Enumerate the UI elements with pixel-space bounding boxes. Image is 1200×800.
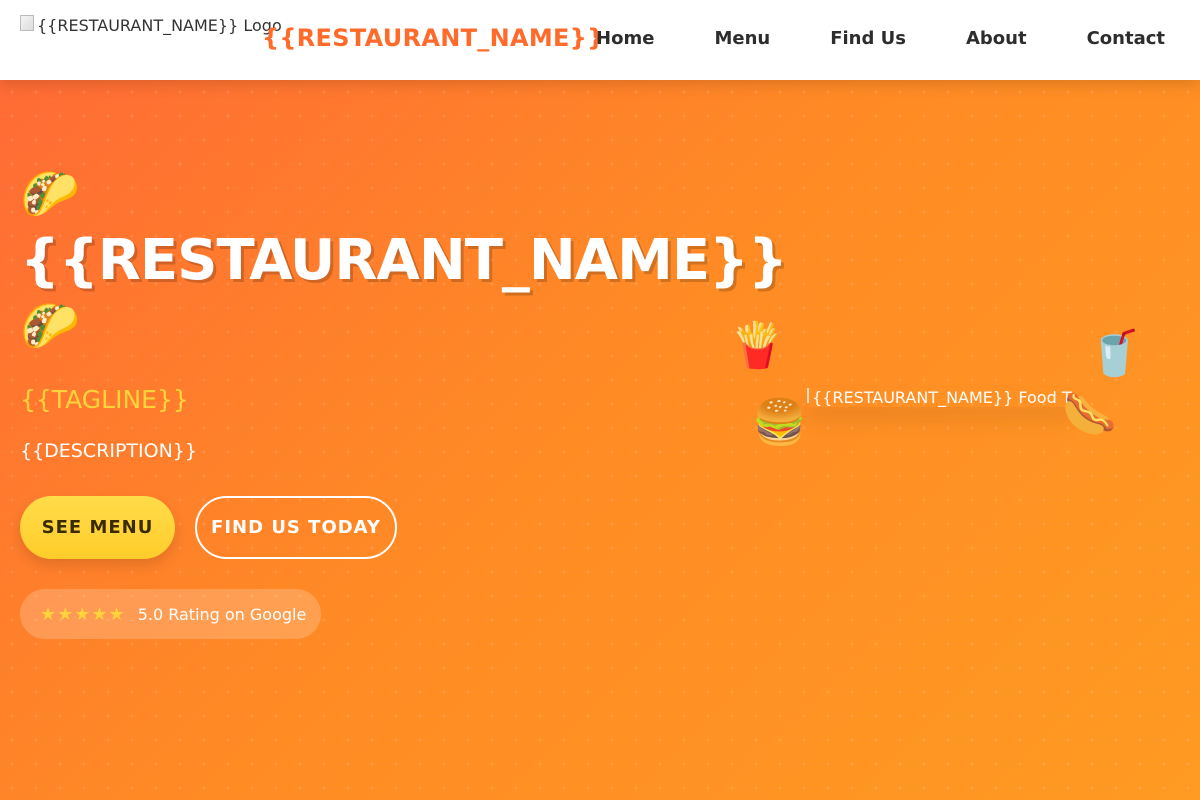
hero-section: 🌮 {{RESTAURANT_NAME}} 🌮 {{TAGLINE}} {{DE…	[0, 80, 1200, 800]
hotdog-icon: 🌭	[1062, 389, 1117, 440]
taco-icon: 🌮	[20, 298, 80, 354]
taco-icon: 🌮	[20, 166, 80, 222]
broken-image-icon	[20, 14, 34, 31]
nav-about[interactable]: About	[966, 28, 1027, 49]
fries-icon: 🍟	[730, 320, 785, 371]
food-truck-alt-text: {{RESTAURANT_NAME}} Food Truck	[812, 388, 1075, 407]
rating-text: 5.0 Rating on Google	[137, 604, 307, 624]
main-nav: Home Menu Find Us About Contact	[536, 28, 1165, 49]
site-header: {{RESTAURANT_NAME}} Logo {{RESTAURANT_NA…	[0, 0, 1200, 80]
drink-icon: 🥤	[1087, 328, 1142, 379]
burger-icon: 🍔	[752, 397, 807, 448]
nav-find-us[interactable]: Find Us	[830, 28, 906, 49]
see-menu-button[interactable]: SEE MENU	[20, 496, 175, 559]
rating-badge: ★★★★★ 5.0 Rating on Google	[20, 589, 321, 639]
logo-alt-text: {{RESTAURANT_NAME}} Logo	[37, 16, 282, 35]
nav-home[interactable]: Home	[596, 28, 654, 49]
find-us-button[interactable]: FIND US TODAY	[195, 496, 397, 559]
hero-title: {{RESTAURANT_NAME}}	[20, 228, 788, 293]
nav-menu[interactable]: Menu	[714, 28, 770, 49]
star-rating-icon: ★★★★★	[40, 603, 126, 625]
logo-image[interactable]: {{RESTAURANT_NAME}} Logo	[20, 14, 282, 35]
food-truck-image: {{RESTAURANT_NAME}} Food Truck	[807, 388, 1075, 407]
broken-image-icon	[807, 388, 809, 403]
nav-contact[interactable]: Contact	[1087, 28, 1165, 49]
hero-description: {{DESCRIPTION}}	[20, 440, 197, 462]
hero-tagline: {{TAGLINE}}	[20, 385, 189, 414]
